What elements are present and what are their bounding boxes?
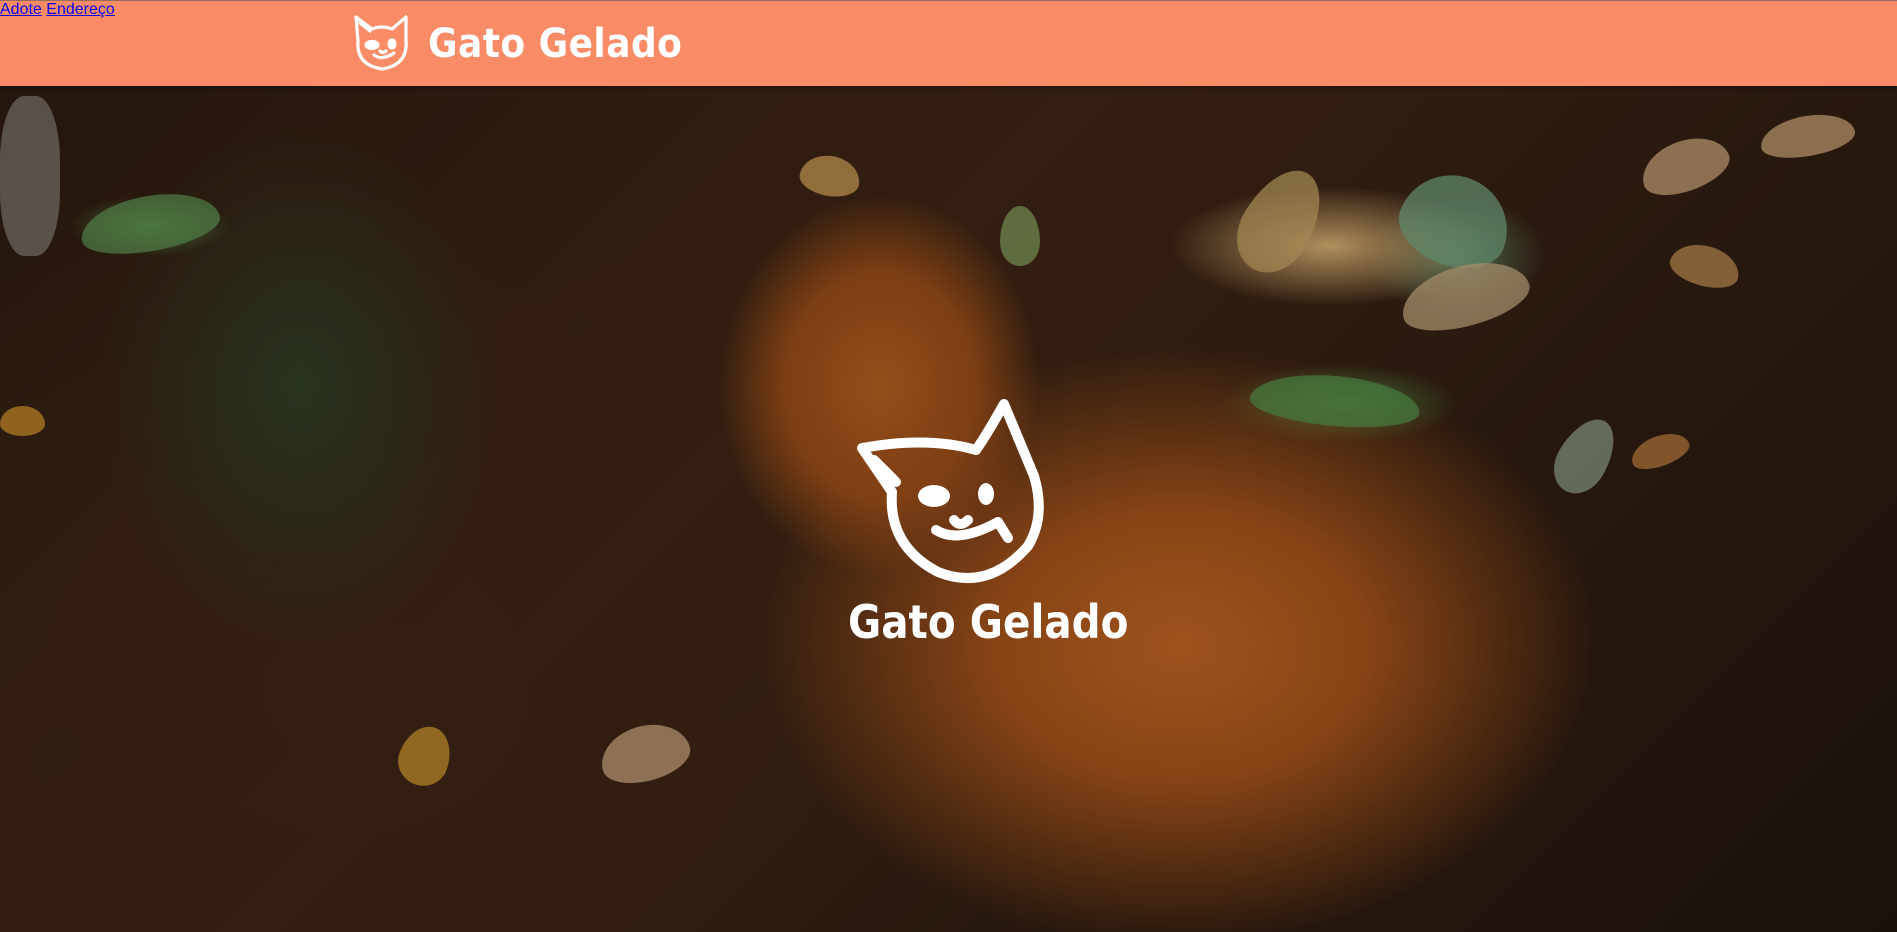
hero-banner: Gato Gelado bbox=[0, 86, 1897, 932]
nav-link-endereco[interactable]: Endereço bbox=[46, 1, 115, 18]
hero-title: Gato Gelado bbox=[848, 595, 1129, 649]
cat-logo-icon bbox=[350, 11, 414, 78]
brand-name: Gato Gelado bbox=[428, 21, 683, 67]
main-nav: Adote Endereço bbox=[0, 1, 1897, 19]
brand-home-link[interactable]: Gato Gelado bbox=[350, 13, 711, 75]
top-navbar: Gato Gelado Adote Endereço bbox=[0, 0, 1897, 86]
nav-link-adote[interactable]: Adote bbox=[0, 1, 42, 18]
hero-cat-logo-icon bbox=[848, 396, 1048, 592]
